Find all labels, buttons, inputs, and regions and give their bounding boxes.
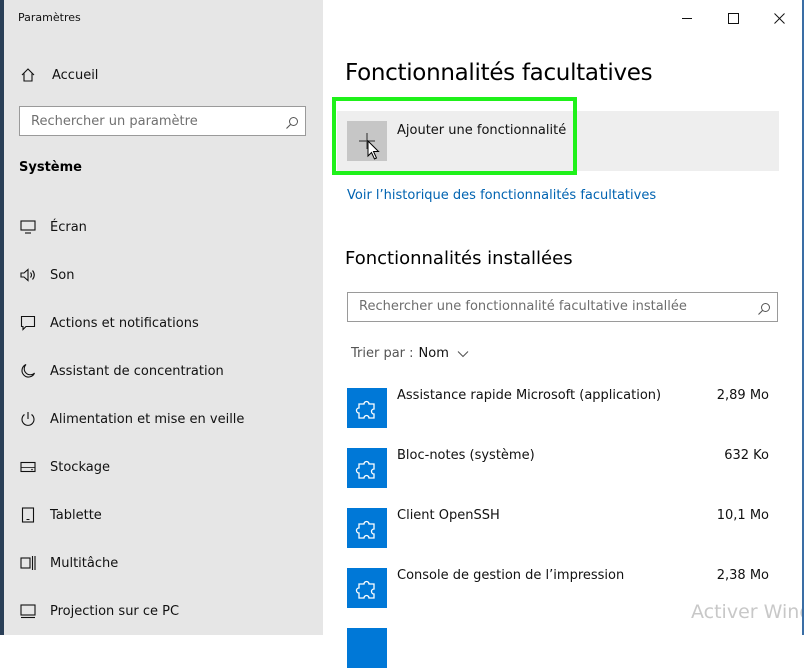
- installed-features-title: Fonctionnalités installées: [345, 248, 573, 269]
- search-icon[interactable]: [757, 301, 771, 315]
- sidebar-item-display[interactable]: Écran: [19, 216, 87, 238]
- chevron-down-icon: [457, 350, 469, 358]
- sidebar-item-storage[interactable]: Stockage: [19, 456, 110, 478]
- window-title: Paramètres: [18, 11, 81, 24]
- main-content: Fonctionnalités facultatives Ajouter une…: [323, 0, 804, 668]
- sidebar-item-label: Assistant de concentration: [50, 363, 224, 379]
- sidebar-item-label: Multitâche: [50, 555, 119, 571]
- highlight-box: [332, 97, 577, 175]
- feature-item[interactable]: Client OpenSSH 10,1 Mo: [347, 508, 787, 548]
- sort-value: Nom: [418, 346, 449, 361]
- installed-search-placeholder: Rechercher une fonctionnalité facultativ…: [359, 299, 687, 314]
- sidebar-item-home-label: Accueil: [52, 67, 99, 83]
- puzzle-icon: [347, 508, 387, 548]
- feature-name: Client OpenSSH: [397, 508, 500, 523]
- tablet-icon: [19, 506, 37, 524]
- maximize-icon: [727, 12, 739, 24]
- multitask-icon: [19, 554, 37, 572]
- sidebar-item-label: Alimentation et mise en veille: [50, 411, 245, 427]
- history-link[interactable]: Voir l’historique des fonctionnalités fa…: [347, 188, 656, 203]
- page-title: Fonctionnalités facultatives: [345, 60, 653, 86]
- mouse-cursor-icon: [367, 140, 380, 160]
- activation-watermark: Activer Wind: [691, 601, 804, 623]
- display-icon: [19, 218, 37, 236]
- sidebar: Paramètres Accueil Rechercher un paramèt…: [4, 0, 323, 635]
- feature-name: Bloc-notes (système): [397, 448, 535, 463]
- sidebar-item-label: Projection sur ce PC: [50, 603, 180, 619]
- sort-prefix: Trier par :: [351, 346, 414, 361]
- sidebar-item-home[interactable]: Accueil: [20, 64, 98, 86]
- sidebar-item-notifications[interactable]: Actions et notifications: [19, 312, 199, 334]
- feature-size: 10,1 Mo: [716, 508, 769, 523]
- close-button[interactable]: [756, 0, 802, 36]
- minimize-button[interactable]: [664, 0, 710, 36]
- sidebar-item-focus-assist[interactable]: Assistant de concentration: [19, 360, 224, 382]
- puzzle-icon: [347, 628, 387, 668]
- search-icon[interactable]: [285, 115, 299, 129]
- feature-size: 632 Ko: [724, 448, 769, 463]
- window-controls: [664, 0, 802, 36]
- sound-icon: [19, 266, 37, 284]
- puzzle-icon: [347, 568, 387, 608]
- maximize-button[interactable]: [710, 0, 756, 36]
- minimize-icon: [681, 13, 693, 24]
- feature-item[interactable]: Bloc-notes (système) 632 Ko: [347, 448, 787, 488]
- sidebar-item-power[interactable]: Alimentation et mise en veille: [19, 408, 244, 430]
- feature-item[interactable]: [347, 628, 787, 668]
- feature-name: Console de gestion de l’impression: [397, 568, 625, 583]
- storage-icon: [19, 458, 37, 476]
- sort-dropdown[interactable]: Trier par : Nom: [351, 346, 469, 361]
- sidebar-item-tablet[interactable]: Tablette: [19, 504, 102, 526]
- settings-search-input[interactable]: Rechercher un paramètre: [19, 106, 306, 136]
- sidebar-item-multitasking[interactable]: Multitâche: [19, 552, 118, 574]
- sidebar-item-label: Son: [50, 267, 75, 283]
- feature-item[interactable]: Assistance rapide Microsoft (application…: [347, 388, 787, 428]
- feature-size: 2,38 Mo: [716, 568, 769, 583]
- settings-search-placeholder: Rechercher un paramètre: [31, 114, 198, 129]
- notifications-icon: [19, 314, 37, 332]
- sidebar-item-label: Écran: [50, 219, 87, 235]
- sidebar-item-label: Stockage: [50, 459, 110, 475]
- puzzle-icon: [347, 448, 387, 488]
- feature-name: Assistance rapide Microsoft (application…: [397, 388, 662, 403]
- puzzle-icon: [347, 388, 387, 428]
- power-icon: [19, 410, 37, 428]
- home-icon: [20, 67, 36, 83]
- moon-icon: [19, 362, 37, 380]
- sidebar-item-label: Tablette: [50, 507, 102, 523]
- sidebar-item-projection[interactable]: Projection sur ce PC: [19, 600, 179, 622]
- feature-size: 2,89 Mo: [716, 388, 769, 403]
- sidebar-item-sound[interactable]: Son: [19, 264, 74, 286]
- projection-icon: [19, 602, 37, 620]
- installed-features-search-input[interactable]: Rechercher une fonctionnalité facultativ…: [347, 292, 778, 322]
- close-icon: [773, 12, 785, 24]
- section-title-system: Système: [19, 160, 82, 175]
- sidebar-item-label: Actions et notifications: [50, 315, 199, 331]
